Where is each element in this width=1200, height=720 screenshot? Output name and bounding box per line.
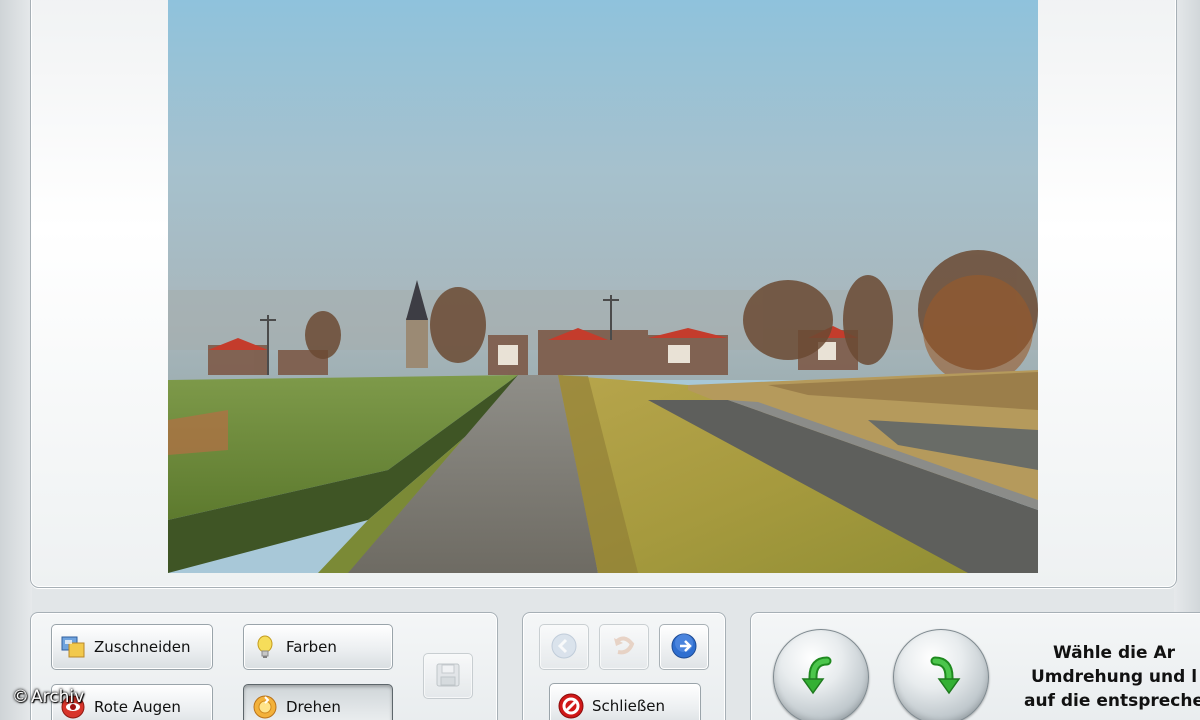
- window-left-edge: [0, 0, 32, 720]
- crop-icon: [60, 634, 86, 660]
- navigation-panel: Schließen: [522, 612, 726, 720]
- colors-label: Farben: [286, 638, 337, 656]
- arrow-left-circle-icon: [550, 632, 578, 663]
- lightbulb-icon: [252, 634, 278, 660]
- forward-button[interactable]: [659, 624, 709, 670]
- rotate-counterclockwise-arrow-icon: [799, 653, 843, 701]
- save-button[interactable]: [423, 653, 473, 699]
- undo-button[interactable]: [599, 624, 649, 670]
- floppy-disk-icon: [434, 661, 462, 692]
- red-eye-label: Rote Augen: [94, 698, 181, 716]
- rotation-instructions: Wähle die Ar Umdrehung und l auf die ent…: [999, 641, 1200, 713]
- crop-button[interactable]: Zuschneiden: [51, 624, 213, 670]
- crop-label: Zuschneiden: [94, 638, 191, 656]
- rotation-panel: Wähle die Ar Umdrehung und l auf die ent…: [750, 612, 1200, 720]
- close-button[interactable]: Schließen: [549, 683, 701, 720]
- no-entry-icon: [558, 693, 584, 719]
- colors-button[interactable]: Farben: [243, 624, 393, 670]
- close-label: Schließen: [592, 697, 666, 715]
- rotate-left-button[interactable]: [773, 629, 869, 720]
- rotate-clockwise-arrow-icon: [919, 653, 963, 701]
- copyright-symbol: ©: [12, 687, 29, 707]
- rotate-button[interactable]: Drehen: [243, 684, 393, 720]
- rotate-right-button[interactable]: [893, 629, 989, 720]
- back-button[interactable]: [539, 624, 589, 670]
- watermark-text: Archiv: [31, 687, 85, 707]
- instruction-line-2: Umdrehung und l: [1030, 667, 1198, 687]
- landscape-photo: [168, 0, 1038, 573]
- copyright-watermark: © Archiv: [12, 687, 84, 707]
- instruction-line-3: auf die entspreche: [1023, 691, 1200, 711]
- undo-icon: [610, 632, 638, 663]
- rotate-icon: [252, 694, 278, 720]
- rotate-label: Drehen: [286, 698, 341, 716]
- instruction-line-1: Wähle die Ar: [1053, 643, 1175, 663]
- tools-panel: Zuschneiden Farben Rote Augen Drehen: [30, 612, 498, 720]
- arrow-right-circle-icon: [670, 632, 698, 663]
- photo-preview: [168, 0, 1038, 573]
